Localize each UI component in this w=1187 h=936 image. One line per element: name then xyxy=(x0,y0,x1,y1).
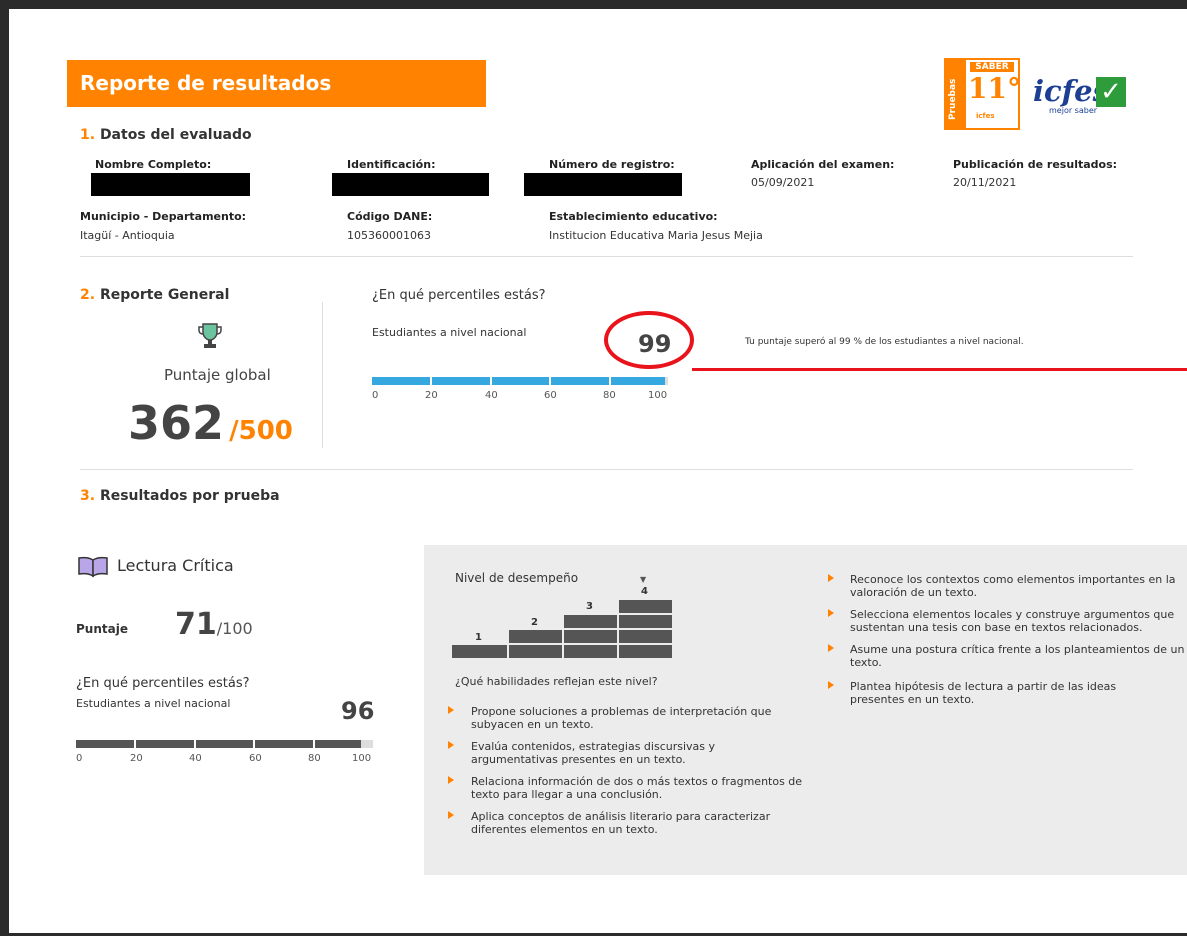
subject-axis-80: 80 xyxy=(308,753,321,764)
skill-item: Relaciona información de dos o más texto… xyxy=(471,775,803,801)
section-3-title: 3. Resultados por prueba xyxy=(80,488,280,504)
municipio-label: Municipio - Departamento: xyxy=(80,210,247,223)
trophy-icon xyxy=(198,323,222,348)
redacted-registro xyxy=(524,173,682,196)
section-1-title: 1. Datos del evaluado xyxy=(80,127,252,143)
percentile-note: Tu puntaje superó al 99 % de los estudia… xyxy=(745,337,1024,347)
global-percentile-bar xyxy=(372,377,668,385)
icfes-logo: icfes mejor saber ✓ xyxy=(1033,74,1133,120)
vertical-divider xyxy=(322,302,323,448)
level-1-step xyxy=(452,645,507,658)
subject-score-max: /100 xyxy=(216,619,253,638)
skill-item: Selecciona elementos locales y construye… xyxy=(850,608,1175,634)
global-score-max: /500 xyxy=(229,416,293,446)
skill-item: Asume una postura crítica frente a los p… xyxy=(850,643,1185,669)
bullet-arrow-icon xyxy=(828,644,834,652)
skill-item: Aplica conceptos de análisis literario p… xyxy=(471,810,771,836)
subject-puntaje-label: Puntaje xyxy=(76,622,128,636)
bullet-arrow-icon xyxy=(828,681,834,689)
subject-axis-60: 60 xyxy=(249,753,262,764)
global-score: 362 /500 xyxy=(128,396,293,450)
global-axis-40: 40 xyxy=(485,390,498,401)
subject-percentile-bar xyxy=(76,740,373,748)
subject-nacional-label: Estudiantes a nivel nacional xyxy=(76,697,231,710)
nivel-title: Nivel de desempeño xyxy=(455,571,579,585)
level-3-label: 3 xyxy=(586,601,593,612)
global-percentile-fill xyxy=(372,377,666,385)
bullet-arrow-icon xyxy=(828,609,834,617)
global-score-value: 362 xyxy=(128,396,225,450)
subject-score: 71/100 xyxy=(175,607,253,642)
global-axis-20: 20 xyxy=(425,390,438,401)
step-line xyxy=(619,613,672,615)
global-axis-100: 100 xyxy=(648,390,668,401)
aplicacion-label: Aplicación del examen: xyxy=(751,158,895,171)
global-axis-60: 60 xyxy=(544,390,557,401)
book-icon xyxy=(78,556,108,578)
bullet-arrow-icon xyxy=(448,706,454,714)
subject-axis-0: 0 xyxy=(76,753,83,764)
identificacion-label: Identificación: xyxy=(347,158,436,171)
subject-axis-40: 40 xyxy=(189,753,202,764)
dane-label: Código DANE: xyxy=(347,210,433,223)
check-icon: ✓ xyxy=(1096,77,1126,107)
skill-item: Propone soluciones a problemas de interp… xyxy=(471,705,772,731)
redacted-nombre xyxy=(91,173,250,196)
municipio-value: Itagüí - Antioquia xyxy=(80,229,175,242)
registro-label: Número de registro: xyxy=(549,158,675,171)
subject-percentile-question: ¿En qué percentiles estás? xyxy=(76,676,250,691)
publicacion-label: Publicación de resultados: xyxy=(953,158,1118,171)
global-axis-80: 80 xyxy=(603,390,616,401)
global-axis-0: 0 xyxy=(372,390,379,401)
step-line xyxy=(509,643,672,645)
level-4-label: 4 xyxy=(641,586,648,597)
subject-axis-20: 20 xyxy=(130,753,143,764)
aplicacion-value: 05/09/2021 xyxy=(751,176,815,189)
nombre-label: Nombre Completo: xyxy=(95,158,212,171)
subject-percentile-value: 96 xyxy=(341,697,375,725)
step-line xyxy=(564,628,672,630)
subject-score-value: 71 xyxy=(175,607,217,642)
bullet-arrow-icon xyxy=(448,741,454,749)
bullet-arrow-icon xyxy=(828,574,834,582)
level-1-label: 1 xyxy=(475,632,482,643)
bullet-arrow-icon xyxy=(448,776,454,784)
divider xyxy=(80,469,1133,470)
skill-item: Plantea hipótesis de lectura a partir de… xyxy=(850,680,1117,706)
nacional-label: Estudiantes a nivel nacional xyxy=(372,326,527,339)
level-3-step xyxy=(564,615,617,658)
saber-11-logo: Pruebas SABER 11° icfes xyxy=(944,58,1021,130)
report-title: Reporte de resultados xyxy=(80,71,332,95)
subject-percentile-fill xyxy=(76,740,362,748)
skill-item: Evalúa contenidos, estrategias discursiv… xyxy=(471,740,716,766)
subject-title: Lectura Crítica xyxy=(117,556,234,575)
establecimiento-value: Institucion Educativa Maria Jesus Mejia xyxy=(549,229,763,242)
puntaje-global-label: Puntaje global xyxy=(164,366,271,384)
red-highlight-line xyxy=(692,368,1187,371)
habilidades-question: ¿Qué habilidades reflejan este nivel? xyxy=(455,675,658,688)
establecimiento-label: Establecimiento educativo: xyxy=(549,210,718,223)
dane-value: 105360001063 xyxy=(347,229,431,242)
red-highlight-circle xyxy=(604,311,694,369)
redacted-identificacion xyxy=(332,173,489,196)
section-2-title: 2. Reporte General xyxy=(80,287,230,303)
level-2-label: 2 xyxy=(531,617,538,628)
divider xyxy=(80,256,1133,257)
current-level-marker: ▼ xyxy=(640,575,647,584)
subject-axis-100: 100 xyxy=(352,753,372,764)
publicacion-value: 20/11/2021 xyxy=(953,176,1017,189)
percentile-question: ¿En qué percentiles estás? xyxy=(372,288,546,303)
skill-item: Reconoce los contextos como elementos im… xyxy=(850,573,1176,599)
bullet-arrow-icon xyxy=(448,811,454,819)
